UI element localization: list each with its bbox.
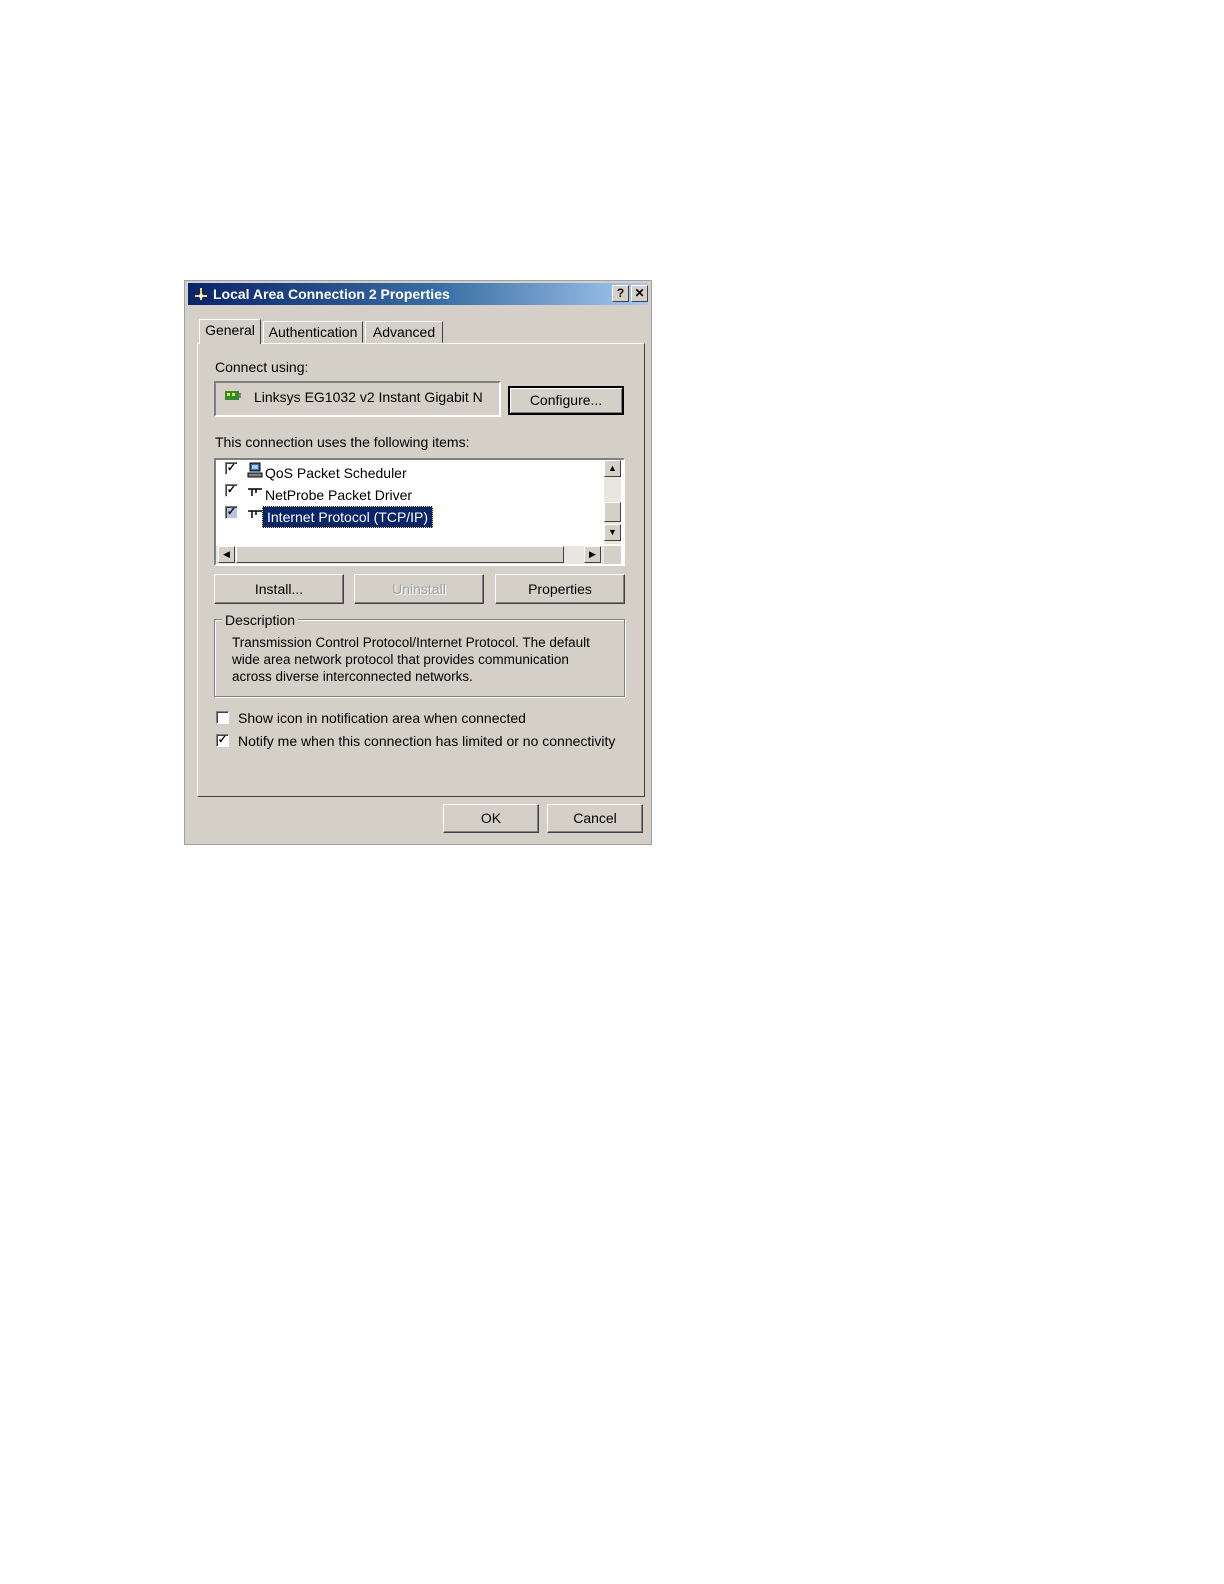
- item-label: QoS Packet Scheduler: [265, 465, 407, 481]
- close-button[interactable]: ✕: [631, 285, 648, 302]
- arrow-down-icon: ▼: [608, 527, 617, 537]
- notify-label[interactable]: Notify me when this connection has limit…: [238, 733, 615, 749]
- uninstall-button-label: Uninstall: [392, 581, 446, 597]
- item-label-selected: Internet Protocol (TCP/IP): [262, 506, 434, 528]
- uninstall-button[interactable]: Uninstall: [354, 574, 484, 604]
- title-bar[interactable]: Local Area Connection 2 Properties ? ✕: [188, 283, 648, 305]
- tab-authentication[interactable]: Authentication: [263, 321, 363, 343]
- scroll-left-button[interactable]: ◀: [218, 546, 235, 563]
- scrollbar-corner: [604, 546, 621, 564]
- adapter-name: Linksys EG1032 v2 Instant Gigabit N: [254, 389, 483, 405]
- item-checkbox[interactable]: ✓: [225, 506, 238, 519]
- help-button[interactable]: ?: [612, 285, 629, 302]
- show-icon-label[interactable]: Show icon in notification area when conn…: [238, 710, 526, 726]
- ok-button[interactable]: OK: [443, 804, 539, 833]
- arrow-right-icon: ▶: [589, 549, 596, 559]
- tab-advanced[interactable]: Advanced: [365, 321, 443, 343]
- horizontal-scrollbar[interactable]: ◀ ▶: [216, 546, 604, 564]
- dialog-title: Local Area Connection 2 Properties: [213, 286, 450, 302]
- scroll-right-button[interactable]: ▶: [584, 546, 601, 563]
- install-button[interactable]: Install...: [214, 574, 344, 604]
- list-item[interactable]: ✓ NetProbe Packet Driver: [216, 484, 596, 504]
- configure-button-label: Configure...: [529, 392, 603, 408]
- network-adapter-icon: [225, 391, 241, 400]
- item-label: NetProbe Packet Driver: [265, 487, 413, 503]
- description-line: Transmission Control Protocol/Internet P…: [232, 635, 590, 650]
- items-label: This connection uses the following items…: [215, 434, 470, 450]
- tab-advanced-label: Advanced: [372, 324, 436, 340]
- properties-button-label: Properties: [528, 581, 592, 597]
- tab-authentication-label: Authentication: [268, 324, 358, 340]
- items-list[interactable]: ✓ QoS Packet Scheduler ✓ NetProbe Packet…: [214, 458, 625, 566]
- item-checkbox[interactable]: ✓: [225, 462, 238, 475]
- properties-button[interactable]: Properties: [495, 574, 625, 604]
- scheduler-icon: [247, 462, 263, 478]
- help-icon: ?: [616, 286, 625, 300]
- show-icon-checkbox[interactable]: [216, 711, 229, 724]
- cancel-button[interactable]: Cancel: [547, 804, 643, 833]
- tab-general-label: General: [205, 322, 255, 338]
- ok-button-label: OK: [480, 810, 502, 826]
- protocol-icon: [248, 488, 262, 496]
- connect-using-label: Connect using:: [215, 359, 309, 375]
- list-item[interactable]: ✓ Internet Protocol (TCP/IP): [216, 506, 596, 528]
- install-button-label: Install...: [254, 581, 304, 597]
- arrow-up-icon: ▲: [608, 463, 617, 473]
- item-checkbox[interactable]: ✓: [225, 484, 238, 497]
- scroll-thumb[interactable]: [604, 502, 621, 522]
- protocol-icon: [248, 510, 262, 518]
- description-legend: Description: [222, 612, 299, 628]
- description-line: across diverse interconnected networks.: [232, 669, 473, 684]
- cancel-button-label: Cancel: [573, 810, 617, 826]
- tab-general[interactable]: General: [199, 319, 261, 344]
- adapter-field: Linksys EG1032 v2 Instant Gigabit N: [214, 381, 501, 417]
- notify-checkbox[interactable]: ✓: [216, 734, 229, 747]
- hscroll-thumb[interactable]: [236, 546, 564, 563]
- configure-button[interactable]: Configure...: [508, 386, 624, 415]
- scroll-up-button[interactable]: ▲: [604, 460, 621, 477]
- scroll-down-button[interactable]: ▼: [604, 524, 621, 541]
- network-connection-icon: [195, 288, 207, 300]
- list-item[interactable]: ✓ QoS Packet Scheduler: [216, 462, 596, 482]
- close-icon: ✕: [634, 286, 645, 300]
- description-line: wide area network protocol that provides…: [232, 652, 569, 667]
- vertical-scrollbar[interactable]: ▲ ▼: [604, 460, 621, 544]
- description-text: Transmission Control Protocol/Internet P…: [232, 634, 590, 685]
- arrow-left-icon: ◀: [223, 549, 230, 559]
